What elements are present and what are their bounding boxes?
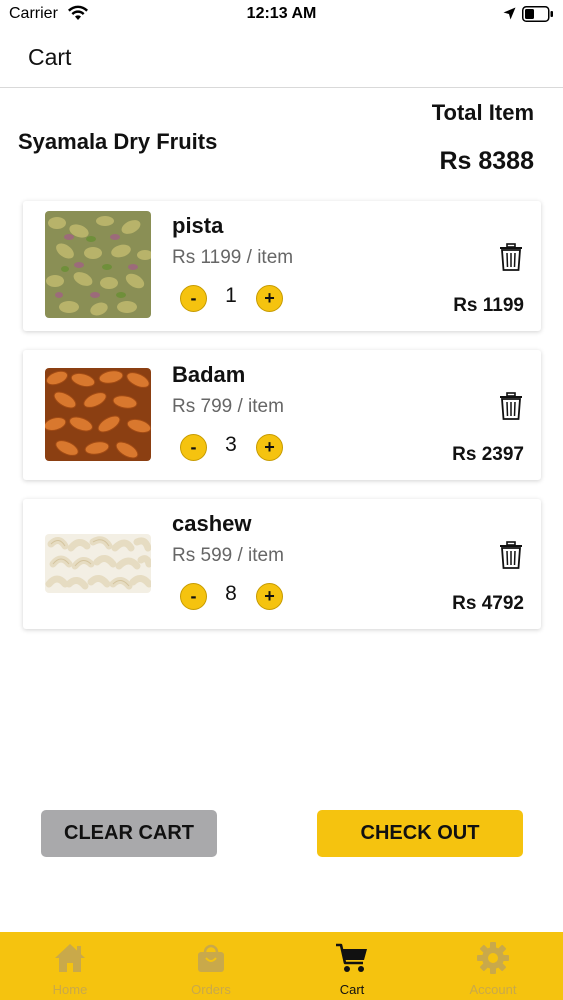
trash-icon[interactable]	[499, 392, 523, 420]
home-icon	[55, 944, 85, 972]
total-item-label: Total Item	[431, 100, 534, 125]
gear-icon	[477, 942, 509, 974]
battery-icon	[522, 6, 553, 22]
tab-cart[interactable]: Cart	[282, 932, 422, 1000]
item-name: pista	[172, 213, 224, 238]
tab-label: Cart	[339, 982, 365, 997]
increase-quantity-button[interactable]: +	[256, 285, 283, 312]
quantity-value: 1	[225, 284, 237, 307]
item-unit-price: Rs 799 / item	[172, 396, 284, 417]
item-name: Badam	[172, 362, 246, 387]
cart-item-pista: pista Rs 1199 / item - 1 + Rs 1199	[23, 201, 541, 331]
increase-quantity-button[interactable]: +	[256, 583, 283, 610]
badam-image	[45, 368, 151, 461]
item-subtotal: Rs 4792	[452, 593, 524, 614]
increase-quantity-button[interactable]: +	[256, 434, 283, 461]
tab-orders[interactable]: Orders	[141, 932, 281, 1000]
tab-home[interactable]: Home	[0, 932, 140, 1000]
shopping-bag-icon	[198, 944, 224, 972]
item-subtotal: Rs 1199	[453, 295, 524, 316]
pista-image	[45, 211, 151, 318]
page-title: Cart	[28, 44, 72, 70]
location-arrow-icon	[503, 7, 516, 20]
total-value: Rs 8388	[439, 147, 534, 175]
cashew-image	[45, 534, 151, 593]
check-out-button[interactable]: CHECK OUT	[317, 810, 523, 857]
quantity-value: 8	[225, 582, 237, 605]
decrease-quantity-button[interactable]: -	[180, 285, 207, 312]
item-name: cashew	[172, 511, 252, 536]
bottom-tab-bar: Home Orders Cart Account	[0, 932, 563, 1000]
store-name: Syamala Dry Fruits	[18, 129, 218, 154]
navigation-header: Cart	[0, 30, 563, 88]
trash-icon[interactable]	[499, 541, 523, 569]
clear-cart-button[interactable]: CLEAR CART	[41, 810, 217, 857]
decrease-quantity-button[interactable]: -	[180, 434, 207, 461]
status-bar: Carrier 12:13 AM	[0, 0, 563, 30]
tab-label: Home	[52, 982, 88, 997]
quantity-value: 3	[225, 433, 237, 456]
tab-account[interactable]: Account	[423, 932, 563, 1000]
trash-icon[interactable]	[499, 243, 523, 271]
clock: 12:13 AM	[246, 5, 317, 22]
item-unit-price: Rs 1199 / item	[172, 247, 294, 268]
cart-item-cashew: cashew Rs 599 / item - 8 + Rs 4792	[23, 499, 541, 629]
item-subtotal: Rs 2397	[452, 444, 524, 465]
cart-item-badam: Badam Rs 799 / item - 3 + Rs 2397	[23, 350, 541, 480]
item-unit-price: Rs 599 / item	[172, 545, 284, 566]
decrease-quantity-button[interactable]: -	[180, 583, 207, 610]
tab-label: Account	[469, 982, 517, 997]
tab-label: Orders	[191, 982, 231, 997]
cart-icon	[336, 943, 367, 972]
